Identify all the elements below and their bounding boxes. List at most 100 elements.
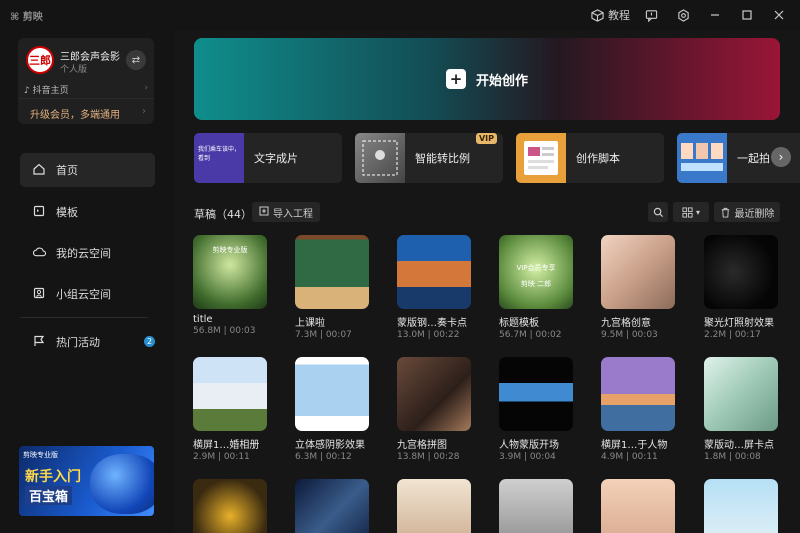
draft-card[interactable] — [397, 479, 471, 533]
draft-thumbnail[interactable] — [704, 357, 778, 431]
beginner-guide-banner[interactable]: 剪映专业版 新手入门 百宝箱 — [19, 446, 154, 516]
maximize-icon — [740, 8, 754, 22]
draft-thumbnail[interactable] — [601, 479, 675, 533]
draft-card[interactable]: 剪映专业版 title 56.8M | 00:03 — [193, 235, 267, 336]
draft-name: 蒙版动…屏卡点 — [704, 440, 774, 451]
maximize-button[interactable] — [740, 8, 758, 22]
import-project-button[interactable]: 导入工程 — [252, 202, 320, 222]
nav-item-templates[interactable]: 模板 — [20, 195, 155, 229]
start-creating-button[interactable]: + 开始创作 — [194, 38, 780, 120]
draft-thumbnail[interactable] — [397, 479, 471, 533]
draft-thumbnail[interactable] — [704, 479, 778, 533]
tool-creation-script[interactable]: 创作脚本 — [516, 133, 664, 183]
tool-label: 一起拍 — [737, 152, 770, 165]
tool-thumb-creation-script — [516, 133, 566, 183]
draft-card[interactable] — [499, 479, 573, 533]
draft-meta: 1.8M | 00:08 — [704, 452, 761, 462]
tool-text-to-video[interactable]: 我们乘车该中，看到 文字成片 — [194, 133, 342, 183]
draft-thumbnail[interactable] — [601, 357, 675, 431]
draft-card[interactable]: 横屏1…婚相册 2.9M | 00:11 — [193, 357, 267, 462]
draft-name: 聚光灯照射效果 — [704, 318, 774, 329]
nav-item-home[interactable]: 首页 — [20, 153, 155, 187]
upgrade-membership-link[interactable]: 升级会员，多端通用 › — [18, 98, 154, 124]
draft-card[interactable] — [601, 479, 675, 533]
draft-card[interactable]: 横屏1…于人物 4.9M | 00:11 — [601, 357, 675, 462]
draft-name: 立体感阴影效果 — [295, 440, 365, 451]
switch-account-button[interactable]: ⇄ — [126, 50, 146, 70]
draft-thumbnail[interactable] — [499, 357, 573, 431]
draft-thumbnail[interactable] — [397, 357, 471, 431]
view-mode-dropdown[interactable]: ▾ — [673, 202, 709, 222]
draft-thumbnail[interactable] — [193, 357, 267, 431]
draft-thumbnail[interactable] — [295, 357, 369, 431]
draft-meta: 56.8M | 00:03 — [193, 326, 256, 336]
draft-meta: 13.0M | 00:22 — [397, 330, 460, 340]
tool-label: 智能转比例 — [415, 152, 470, 165]
draft-card[interactable]: 人物蒙版开场 3.9M | 00:04 — [499, 357, 573, 462]
draft-thumbnail[interactable] — [601, 235, 675, 309]
draft-thumbnail[interactable] — [295, 235, 369, 309]
team-icon — [32, 287, 46, 302]
draft-thumbnail[interactable]: 剪映专业版 — [193, 235, 267, 309]
tools-next-button[interactable]: › — [771, 147, 791, 167]
search-button[interactable] — [648, 202, 668, 222]
start-creating-label: 开始创作 — [475, 73, 528, 89]
draft-thumbnail[interactable] — [397, 235, 471, 309]
draft-thumbnail[interactable] — [499, 479, 573, 533]
app-logo-text: 剪映 — [22, 12, 43, 23]
draft-card[interactable] — [295, 479, 369, 533]
tool-label: 文字成片 — [254, 152, 298, 165]
tool-label: 创作脚本 — [576, 152, 620, 165]
draft-thumbnail[interactable] — [704, 235, 778, 309]
feedback-button[interactable] — [644, 8, 662, 22]
close-icon — [772, 8, 786, 22]
draft-card[interactable]: 立体感阴影效果 6.3M | 00:12 — [295, 357, 369, 462]
nav-item-my-cloud[interactable]: 我的云空间 — [20, 236, 155, 270]
douyin-label: 抖音主页 — [32, 86, 69, 96]
draft-card[interactable]: 蒙版动…屏卡点 1.8M | 00:08 — [704, 357, 778, 462]
tutorial-button[interactable]: 教程 — [590, 7, 630, 23]
draft-card[interactable] — [704, 479, 778, 533]
draft-name: title — [193, 314, 213, 325]
douyin-homepage-link[interactable]: ♪ 抖音主页 › — [24, 83, 148, 96]
draft-card[interactable] — [193, 479, 267, 533]
search-icon — [653, 207, 663, 217]
banner-3d-shape — [90, 454, 154, 514]
draft-name: 九宫格创意 — [601, 318, 651, 329]
nav-divider — [20, 317, 148, 318]
draft-card[interactable]: 九宫格创意 9.5M | 00:03 — [601, 235, 675, 340]
template-icon — [32, 205, 46, 220]
draft-thumbnail[interactable] — [193, 479, 267, 533]
draft-card[interactable]: 上课啦 7.3M | 00:07 — [295, 235, 369, 340]
draft-thumbnail[interactable]: VIP会员专享 剪映 二郎 — [499, 235, 573, 309]
vip-badge: VIP — [475, 133, 497, 144]
tool-thumb-shoot-together — [677, 133, 727, 183]
settings-button[interactable] — [676, 8, 694, 22]
minimize-button[interactable] — [708, 8, 726, 22]
draft-card[interactable]: 聚光灯照射效果 2.2M | 00:17 — [704, 235, 778, 340]
sidebar: 三郎 三郎会声会影 个人版 ⇄ ♪ 抖音主页 › 升级会员，多端通用 › 首页 … — [0, 30, 174, 533]
nav-item-team-cloud[interactable]: 小组云空间 — [20, 277, 155, 311]
close-button[interactable] — [772, 8, 790, 22]
avatar[interactable]: 三郎 — [26, 46, 54, 74]
draft-meta: 2.9M | 00:11 — [193, 452, 250, 462]
draft-card[interactable]: VIP会员专享 剪映 二郎 标题模板 56.7M | 00:02 — [499, 235, 573, 340]
nav-label-team-cloud: 小组云空间 — [56, 288, 111, 301]
draft-meta: 7.3M | 00:07 — [295, 330, 352, 340]
draft-thumbnail[interactable] — [295, 479, 369, 533]
settings-icon — [676, 8, 690, 22]
cloud-icon — [32, 246, 46, 261]
tool-smart-ratio[interactable]: 智能转比例 VIP — [355, 133, 503, 183]
title-bar: ⌘ 剪映 教程 — [0, 0, 800, 30]
draft-name: 标题模板 — [499, 318, 539, 329]
swap-icon: ⇄ — [131, 54, 141, 66]
app-logo: ⌘ 剪映 — [10, 12, 43, 23]
recently-deleted-button[interactable]: 最近删除 — [714, 202, 780, 222]
plus-icon: + — [445, 69, 466, 89]
nav-item-events[interactable]: 热门活动 2 — [20, 325, 155, 359]
nav-label-my-cloud: 我的云空间 — [56, 247, 111, 260]
draft-card[interactable]: 九宫格拼图 13.8M | 00:28 — [397, 357, 471, 462]
grid-icon — [682, 206, 693, 218]
draft-card[interactable]: 蒙版钢…奏卡点 13.0M | 00:22 — [397, 235, 471, 340]
cube-icon — [590, 8, 604, 22]
